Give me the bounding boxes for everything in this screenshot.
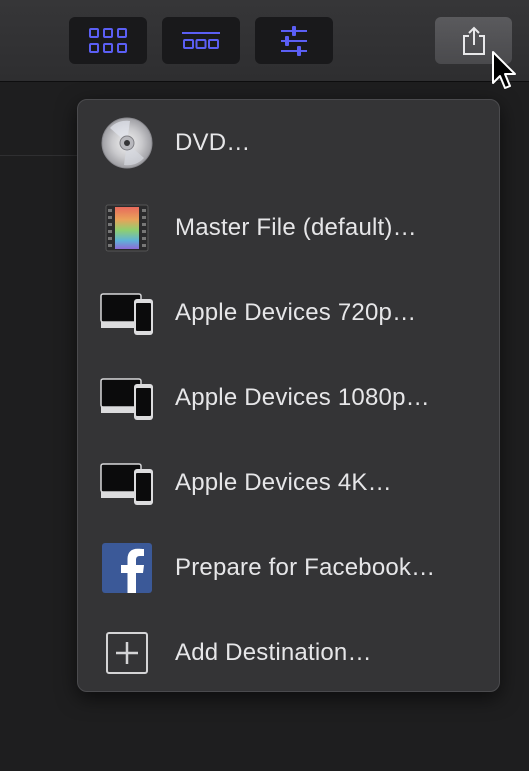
- toolbar: [0, 0, 529, 82]
- mouse-pointer-icon: [492, 51, 516, 89]
- menu-item-prepare-facebook[interactable]: Prepare for Facebook…: [78, 525, 499, 610]
- menu-item-label: Master File (default)…: [175, 213, 417, 241]
- menu-item-label: Apple Devices 720p…: [175, 298, 417, 326]
- divider: [0, 155, 80, 156]
- adjustments-button[interactable]: [255, 17, 333, 64]
- menu-item-dvd[interactable]: DVD…: [78, 100, 499, 185]
- menu-item-apple-devices-720p[interactable]: Apple Devices 720p…: [78, 270, 499, 355]
- apple-devices-icon: [100, 456, 154, 510]
- film-strip-icon: [100, 201, 154, 255]
- apple-devices-icon: [100, 286, 154, 340]
- filmstrip-view-icon: [182, 31, 220, 49]
- grid-view-button[interactable]: [69, 17, 147, 64]
- menu-item-master-file[interactable]: Master File (default)…: [78, 185, 499, 270]
- menu-item-label: Apple Devices 1080p…: [175, 383, 430, 411]
- facebook-icon: [100, 541, 154, 595]
- menu-item-label: Apple Devices 4K…: [175, 468, 392, 496]
- menu-item-label: DVD…: [175, 128, 251, 156]
- dvd-disc-icon: [100, 116, 154, 170]
- menu-item-apple-devices-4k[interactable]: Apple Devices 4K…: [78, 440, 499, 525]
- menu-item-label: Add Destination…: [175, 638, 372, 666]
- menu-item-apple-devices-1080p[interactable]: Apple Devices 1080p…: [78, 355, 499, 440]
- menu-item-label: Prepare for Facebook…: [175, 553, 436, 581]
- grid-view-icon: [89, 27, 127, 53]
- menu-item-add-destination[interactable]: Add Destination…: [78, 610, 499, 695]
- adjustments-sliders-icon: [281, 25, 307, 56]
- share-menu: DVD… Master File (default)… Apple Device…: [77, 99, 500, 692]
- apple-devices-icon: [100, 371, 154, 425]
- add-square-icon: [100, 626, 154, 680]
- app-window: DVD… Master File (default)… Apple Device…: [0, 0, 529, 771]
- filmstrip-view-button[interactable]: [162, 17, 240, 64]
- share-icon: [462, 26, 485, 55]
